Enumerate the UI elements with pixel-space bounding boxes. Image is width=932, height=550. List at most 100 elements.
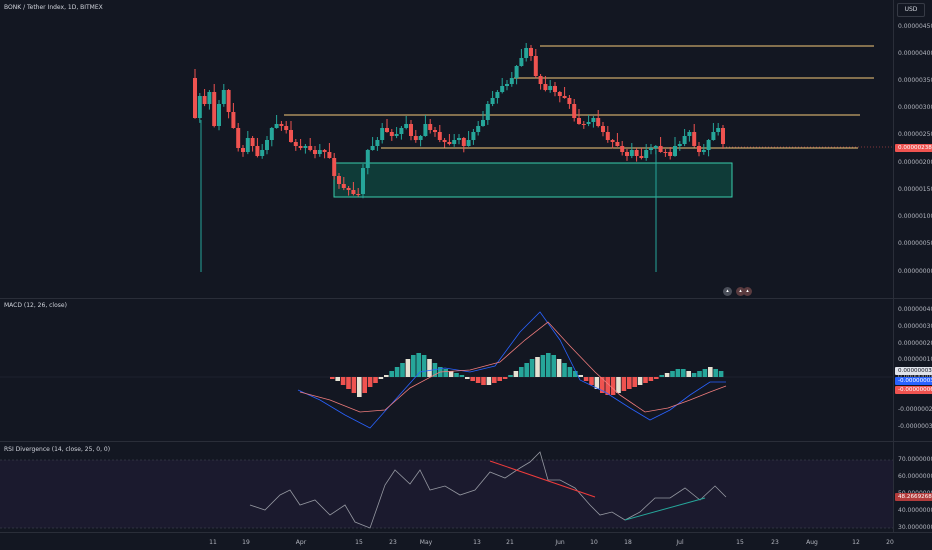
- macd-histogram-bar: [384, 375, 389, 377]
- rsi-tick: 30.0000000: [898, 524, 932, 531]
- rsi-band: [0, 460, 893, 528]
- macd-histogram-bar: [659, 375, 664, 377]
- candle-body: [241, 148, 245, 152]
- macd-panel: [0, 311, 893, 429]
- candle-body: [202, 96, 207, 104]
- candle-body: [485, 104, 490, 120]
- time-axis-divider: [0, 532, 932, 533]
- candle-body: [668, 152, 673, 156]
- event-icon[interactable]: ▴: [723, 287, 732, 296]
- candle-body: [437, 132, 442, 140]
- macd-tick: 0.0000002000: [898, 340, 932, 347]
- candle-body: [332, 158, 337, 176]
- macd-histogram-bar: [519, 367, 524, 377]
- macd-histogram-bar: [697, 371, 702, 377]
- macd-histogram-bar: [637, 377, 643, 385]
- chart-canvas[interactable]: [0, 0, 932, 550]
- macd-histogram-bar: [589, 377, 594, 385]
- candle-body: [284, 126, 289, 130]
- macd-histogram-bar: [535, 357, 540, 377]
- macd-histogram-bar: [627, 377, 632, 389]
- candle-body: [567, 98, 572, 104]
- rsi-tick: 70.0000000: [898, 456, 932, 463]
- macd-histogram-bar: [346, 377, 351, 389]
- candle-body: [389, 132, 394, 136]
- candle-body: [524, 48, 529, 58]
- price-tick: 0.0000005000: [898, 240, 932, 247]
- candle-body: [697, 146, 701, 152]
- macd-tick: 0.0000003000: [898, 323, 932, 330]
- candle-body: [687, 132, 692, 136]
- symbol-title[interactable]: BONK / Tether Index, 1D, BITMEX: [4, 4, 103, 11]
- macd-histogram-bar: [556, 359, 562, 377]
- macd-histogram-bar: [529, 359, 535, 377]
- candle-body: [543, 84, 548, 90]
- time-tick: 10: [590, 539, 598, 546]
- price-tick: 0.0000010000: [898, 213, 932, 220]
- rsi-tick: 60.0000000: [898, 473, 932, 480]
- macd-title[interactable]: MACD (12, 26, close): [4, 302, 67, 309]
- candle-body: [663, 152, 668, 153]
- macd-histogram-bar: [502, 377, 508, 379]
- candle-body: [322, 150, 327, 152]
- candle-body: [207, 92, 212, 104]
- candle-body: [634, 150, 639, 156]
- macd-signal-line: [299, 321, 727, 413]
- candle-body: [269, 128, 274, 140]
- macd-histogram-bar: [362, 377, 367, 393]
- time-tick: Jun: [555, 539, 565, 546]
- candle-body: [447, 142, 452, 144]
- candle-body: [605, 132, 610, 140]
- candle-body: [317, 150, 322, 154]
- candle-body: [428, 124, 433, 130]
- candle-body: [260, 150, 265, 156]
- candle-body: [361, 168, 365, 194]
- candle-body: [236, 128, 241, 148]
- macd-histogram-bar: [567, 367, 573, 377]
- macd-histogram-bar: [713, 369, 718, 377]
- candle-body: [562, 96, 567, 98]
- macd-histogram-bar: [664, 373, 670, 377]
- rsi-title[interactable]: RSI Divergence (14, close, 25, 0, 0): [4, 446, 110, 453]
- rsi-tick: 40.0000000: [898, 507, 932, 514]
- price-tick: 0.0000045000: [898, 23, 932, 30]
- candle-body: [197, 96, 202, 118]
- candle-body: [500, 86, 505, 92]
- candle-body: [385, 128, 389, 132]
- candle-body: [212, 92, 217, 126]
- candle-body: [706, 140, 711, 150]
- macd-tick: 0.0000001000: [898, 356, 932, 363]
- macd-histogram-bar: [524, 363, 529, 377]
- macd-histogram-bar: [691, 373, 697, 377]
- macd-histogram-bar: [454, 373, 459, 377]
- time-tick: 20: [886, 539, 894, 546]
- macd-histogram-bar: [405, 359, 411, 377]
- event-icon[interactable]: ▴: [743, 287, 752, 296]
- candle-body: [548, 86, 553, 90]
- candle-body: [701, 150, 706, 152]
- candle-body: [409, 124, 413, 136]
- currency-selector[interactable]: USD: [897, 3, 925, 17]
- price-tick: 0.0000025000: [898, 131, 932, 138]
- macd-histogram-bar: [330, 377, 335, 379]
- macd-histogram-bar: [448, 371, 454, 377]
- rsi-panel: [0, 451, 893, 529]
- macd-histogram-bar: [421, 355, 427, 377]
- candle-body: [586, 122, 591, 124]
- macd-histogram-bar: [702, 369, 708, 377]
- tradingview-chart[interactable]: BONK / Tether Index, 1D, BITMEX USD MACD…: [0, 0, 932, 550]
- panel-divider[interactable]: [0, 298, 932, 299]
- candle-body: [217, 104, 221, 126]
- time-tick: 15: [736, 539, 744, 546]
- candle-body: [293, 142, 298, 146]
- candle-body: [505, 84, 509, 86]
- macd-histogram-bar: [465, 377, 470, 379]
- macd-histogram-bar: [708, 367, 713, 377]
- candle-body: [644, 150, 649, 158]
- candle-body: [289, 130, 293, 142]
- time-tick: 23: [389, 539, 397, 546]
- macd-histogram-bar: [427, 359, 432, 377]
- candle-body: [351, 190, 356, 194]
- panel-divider[interactable]: [0, 441, 932, 442]
- candle-body: [519, 58, 524, 66]
